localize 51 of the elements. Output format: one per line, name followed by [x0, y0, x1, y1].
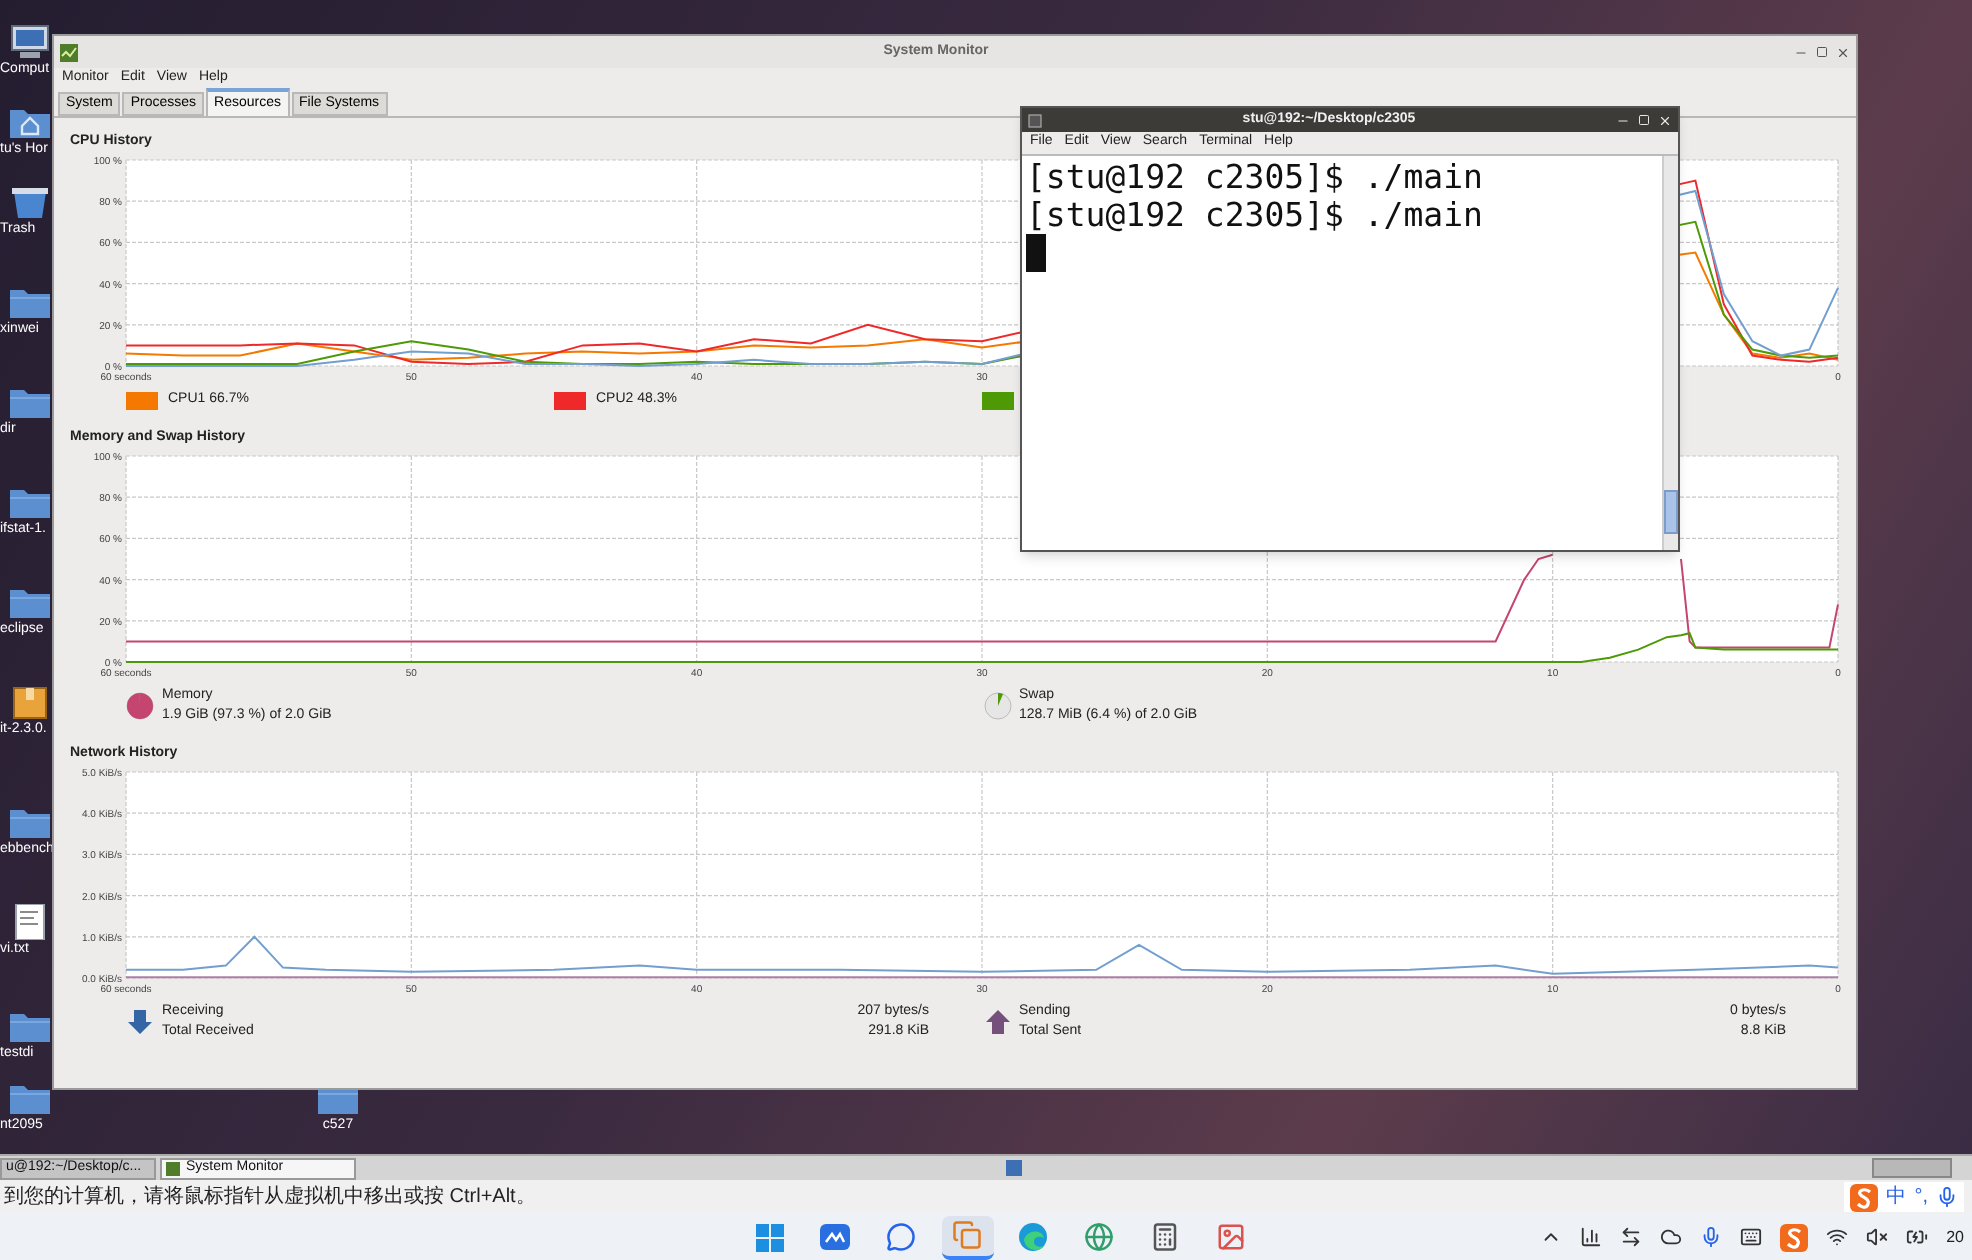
close-icon[interactable]	[1836, 45, 1850, 59]
cloud-icon[interactable]	[1660, 1226, 1683, 1248]
trash-icon	[8, 184, 52, 220]
taskbar-app[interactable]	[941, 1215, 994, 1259]
pie-icon	[126, 692, 154, 720]
text-cursor	[1026, 234, 1046, 272]
folder-icon	[8, 584, 52, 620]
microphone-icon[interactable]	[1700, 1226, 1723, 1248]
cloud-app-icon	[820, 1224, 851, 1250]
sogou-icon[interactable]	[1850, 1183, 1879, 1211]
speaker-muted-icon[interactable]	[1866, 1226, 1889, 1248]
folder-icon	[8, 384, 52, 420]
folder-icon	[8, 1080, 52, 1116]
keyboard-icon[interactable]	[1740, 1226, 1763, 1248]
hint-message: 到您的计算机，请将鼠标指针从虚拟机中移出或按 Ctrl+Alt。	[4, 1183, 538, 1212]
ime-mode[interactable]: 中	[1886, 1182, 1907, 1212]
scrollbar-thumb[interactable]	[1664, 490, 1678, 534]
workspace-switcher[interactable]	[1872, 1158, 1952, 1178]
monitor-app-icon	[166, 1161, 180, 1175]
folder-icon	[8, 1008, 52, 1044]
sogou-icon[interactable]	[1780, 1223, 1809, 1251]
folder-icon	[8, 284, 52, 320]
windows-logo-icon	[755, 1223, 784, 1251]
folder-icon	[8, 804, 52, 840]
battery-icon[interactable]	[1906, 1226, 1929, 1248]
scrollbar[interactable]	[1662, 156, 1678, 550]
legend-swatch[interactable]	[126, 391, 158, 409]
monitor-app-icon	[60, 43, 78, 61]
terminal-line: [stu@192 c2305]$ ./main	[1026, 196, 1485, 234]
home-folder-icon	[8, 104, 52, 140]
browser-icon	[1018, 1222, 1049, 1252]
ime-punctuation[interactable]: °,	[1914, 1182, 1928, 1212]
bar-chart-icon[interactable]	[1580, 1226, 1603, 1248]
folder-icon	[8, 484, 52, 520]
pie-icon	[983, 692, 1011, 720]
wifi-icon[interactable]	[1826, 1226, 1849, 1248]
legend-swatch[interactable]	[554, 391, 586, 409]
transfer-icon[interactable]	[1620, 1226, 1643, 1248]
terminal-line: [stu@192 c2305]$ ./main	[1026, 158, 1485, 196]
terminal-app-icon	[1028, 113, 1042, 127]
image-icon	[1216, 1222, 1247, 1252]
legend-swatch[interactable]	[982, 391, 1014, 409]
globe-icon	[1084, 1222, 1115, 1252]
package-icon	[8, 684, 52, 720]
windows-stack-icon	[952, 1220, 983, 1250]
chat-icon	[886, 1222, 917, 1252]
calculator-icon	[1150, 1222, 1181, 1252]
computer-icon	[8, 24, 52, 60]
microphone-icon[interactable]	[1936, 1186, 1958, 1208]
clock[interactable]: 20	[1946, 1225, 1964, 1249]
maximize-icon[interactable]	[1816, 46, 1828, 58]
